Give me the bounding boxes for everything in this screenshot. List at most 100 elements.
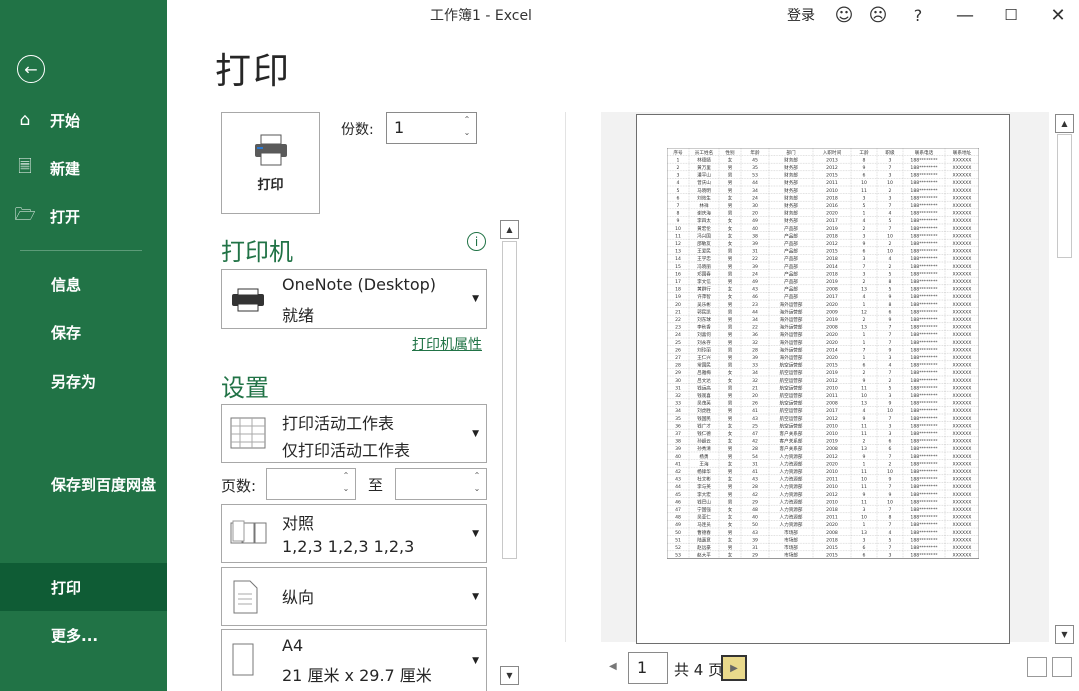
minimize-icon[interactable]: — [950, 1, 980, 29]
sheet-cell: 财务部 [784, 179, 798, 186]
sheet-cell: 2008 [826, 401, 838, 407]
sheet-cell: 海外运营部 [780, 346, 803, 353]
sheet-cell: 2 [889, 461, 892, 467]
sidebar-item-save-as[interactable]: 另存为 [0, 357, 167, 405]
scroll-down-icon[interactable]: ▼ [1055, 625, 1074, 644]
sheet-cell: 188******** [910, 279, 938, 285]
sheet-cell: 41 [675, 461, 681, 467]
sidebar-item-home[interactable]: ⌂ 开始 [0, 96, 167, 144]
spin-down-icon[interactable]: ⌄ [471, 484, 483, 493]
spin-up-icon[interactable]: ⌃ [471, 471, 483, 480]
back-arrow-icon[interactable]: ← [17, 55, 45, 83]
sheet-cell: 13 [861, 446, 867, 452]
sheet-cell: 航空运营部 [780, 407, 803, 414]
sidebar-item-save-baidu[interactable]: 保存到百度网盘 [0, 460, 167, 508]
sheet-cell: 刘东球 [697, 316, 711, 323]
sidebar-item-save[interactable]: 保存 [0, 308, 167, 356]
sheet-cell: 男 [728, 545, 733, 551]
prev-page-icon[interactable]: ◀ [609, 661, 617, 672]
print-button[interactable]: 打印 [221, 112, 320, 214]
sheet-cell: 11 [861, 431, 867, 437]
sheet-cell: 30 [675, 378, 681, 384]
sheet-cell: 5 [863, 203, 866, 209]
sheet-cell: 2020 [826, 211, 838, 217]
spin-up-icon[interactable]: ⌃ [461, 115, 473, 124]
sheet-cell: 郭民凯 [697, 308, 711, 315]
sidebar-item-open[interactable]: 🗁 打开 [0, 192, 167, 240]
sheet-cell: 产品部 [784, 278, 798, 285]
sheet-cell: 2019 [826, 439, 838, 445]
sheet-cell: 李文信 [697, 278, 711, 285]
help-button[interactable]: ? [903, 1, 933, 29]
sidebar-item-more[interactable]: 更多... [0, 611, 167, 659]
sheet-cell: 产品部 [784, 270, 798, 277]
sheet-cell: 13 [861, 325, 867, 331]
scroll-down-icon[interactable]: ▼ [500, 666, 519, 685]
sheet-header-cell: 性别 [725, 149, 735, 156]
copies-spinner[interactable]: 1 ⌃ ⌄ [386, 112, 477, 144]
preview-scrollbar[interactable]: ▲ ▼ [1055, 114, 1074, 644]
spin-down-icon[interactable]: ⌄ [461, 128, 473, 137]
scroll-thumb[interactable] [1057, 134, 1072, 258]
sheet-cell: 航空运营部 [780, 377, 803, 384]
sheet-cell: 3 [889, 393, 892, 399]
printer-dropdown[interactable]: OneNote (Desktop) 就绪 ▼ [221, 269, 487, 329]
sheet-cell: 产品部 [784, 293, 798, 300]
collate-dropdown[interactable]: 对照 1,2,3 1,2,3 1,2,3 ▼ [221, 504, 487, 563]
sheet-cell: XXXXXX [953, 347, 972, 353]
pages-from-input[interactable]: ⌃ ⌄ [266, 468, 356, 500]
sheet-cell: 25 [752, 423, 758, 429]
sheet-cell: 5 [889, 385, 892, 391]
sidebar-item-new[interactable]: 🗏 新建 [0, 144, 167, 192]
zoom-to-page-icon[interactable] [1052, 657, 1072, 677]
next-page-button[interactable]: ▶ [721, 655, 747, 681]
sheet-cell: 188******** [910, 180, 938, 186]
sheet-cell: XXXXXX [953, 530, 972, 536]
pages-to-input[interactable]: ⌃ ⌄ [395, 468, 487, 500]
current-page-input[interactable]: 1 [628, 652, 668, 684]
login-link[interactable]: 登录 [787, 5, 815, 25]
sheet-header-cell: 职级 [885, 149, 895, 156]
printer-properties-link[interactable]: 打印机属性 [412, 334, 482, 354]
sheet-cell: 188******** [910, 264, 938, 270]
sheet-cell: 男 [728, 332, 733, 338]
maximize-icon[interactable]: ☐ [996, 1, 1026, 29]
sheet-cell: 9 [889, 347, 892, 353]
close-icon[interactable]: ✕ [1043, 1, 1073, 29]
sheet-cell: 市场部 [784, 552, 798, 559]
settings-scrollbar[interactable]: ▲ ▼ [500, 220, 519, 686]
sheet-cell: 188******** [910, 431, 938, 437]
sheet-cell: 女 [728, 536, 733, 543]
sidebar-item-print[interactable]: 打印 [0, 563, 167, 611]
sheet-cell: 刘效生 [697, 194, 711, 201]
sheet-cell: 7 [889, 203, 892, 209]
sheet-cell: XXXXXX [953, 492, 972, 498]
sheet-cell: 43 [752, 530, 758, 536]
orientation-dropdown[interactable]: 纵向 ▼ [221, 567, 487, 626]
sheet-cell: 钱运高 [697, 384, 711, 391]
print-scope-dropdown[interactable]: 打印活动工作表 仅打印活动工作表 ▼ [221, 404, 487, 463]
sheet-cell: 53 [752, 173, 758, 179]
paper-size-dropdown[interactable]: A4 21 厘米 x 29.7 厘米 ▼ [221, 629, 487, 691]
scroll-up-icon[interactable]: ▲ [500, 220, 519, 239]
smile-icon[interactable]: ☺ [829, 1, 859, 29]
sheet-cell: 3 [889, 553, 892, 559]
printer-name: OneNote (Desktop) [282, 275, 437, 294]
sheet-cell: 女 [728, 194, 733, 201]
sheet-cell: 1 [863, 522, 866, 528]
sheet-header-cell: 员工姓名 [695, 149, 713, 156]
sheet-cell: 吴茂英 [697, 400, 711, 407]
sheet-cell: 刘玲丽 [697, 346, 711, 353]
sheet-cell: XXXXXX [953, 401, 972, 407]
sidebar-item-info[interactable]: 信息 [0, 260, 167, 308]
sheet-cell: 188******** [910, 157, 938, 163]
sheet-cell: 2016 [826, 203, 838, 209]
sheet-cell: 188******** [910, 416, 938, 422]
spin-up-icon[interactable]: ⌃ [340, 471, 352, 480]
scroll-thumb[interactable] [502, 241, 517, 559]
scroll-up-icon[interactable]: ▲ [1055, 114, 1074, 133]
spin-down-icon[interactable]: ⌄ [340, 484, 352, 493]
frown-icon[interactable]: ☹ [863, 1, 893, 29]
info-icon[interactable]: i [467, 232, 486, 251]
show-margins-icon[interactable] [1027, 657, 1047, 677]
